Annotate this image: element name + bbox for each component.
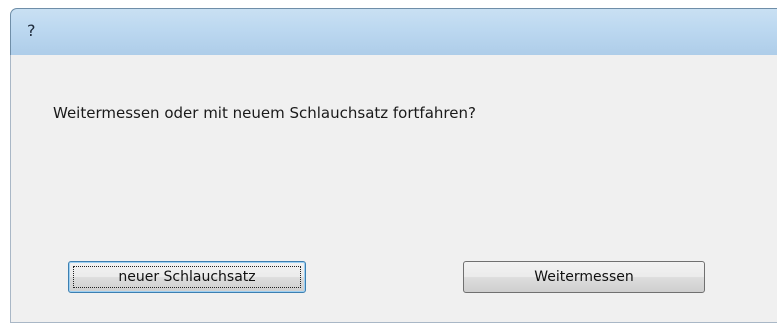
window-title: ? (27, 21, 36, 40)
new-tubing-set-button[interactable]: neuer Schlauchsatz (68, 261, 306, 293)
continue-measuring-button[interactable]: Weitermessen (463, 261, 705, 293)
continue-measuring-button-label: Weitermessen (534, 269, 634, 285)
dialog-window: ? Weitermessen oder mit neuem Schlauchsa… (0, 0, 777, 328)
dialog-body: Weitermessen oder mit neuem Schlauchsatz… (10, 55, 777, 323)
title-bar[interactable]: ? (10, 8, 777, 55)
new-tubing-set-button-label: neuer Schlauchsatz (118, 269, 256, 285)
dialog-message: Weitermessen oder mit neuem Schlauchsatz… (53, 104, 476, 122)
